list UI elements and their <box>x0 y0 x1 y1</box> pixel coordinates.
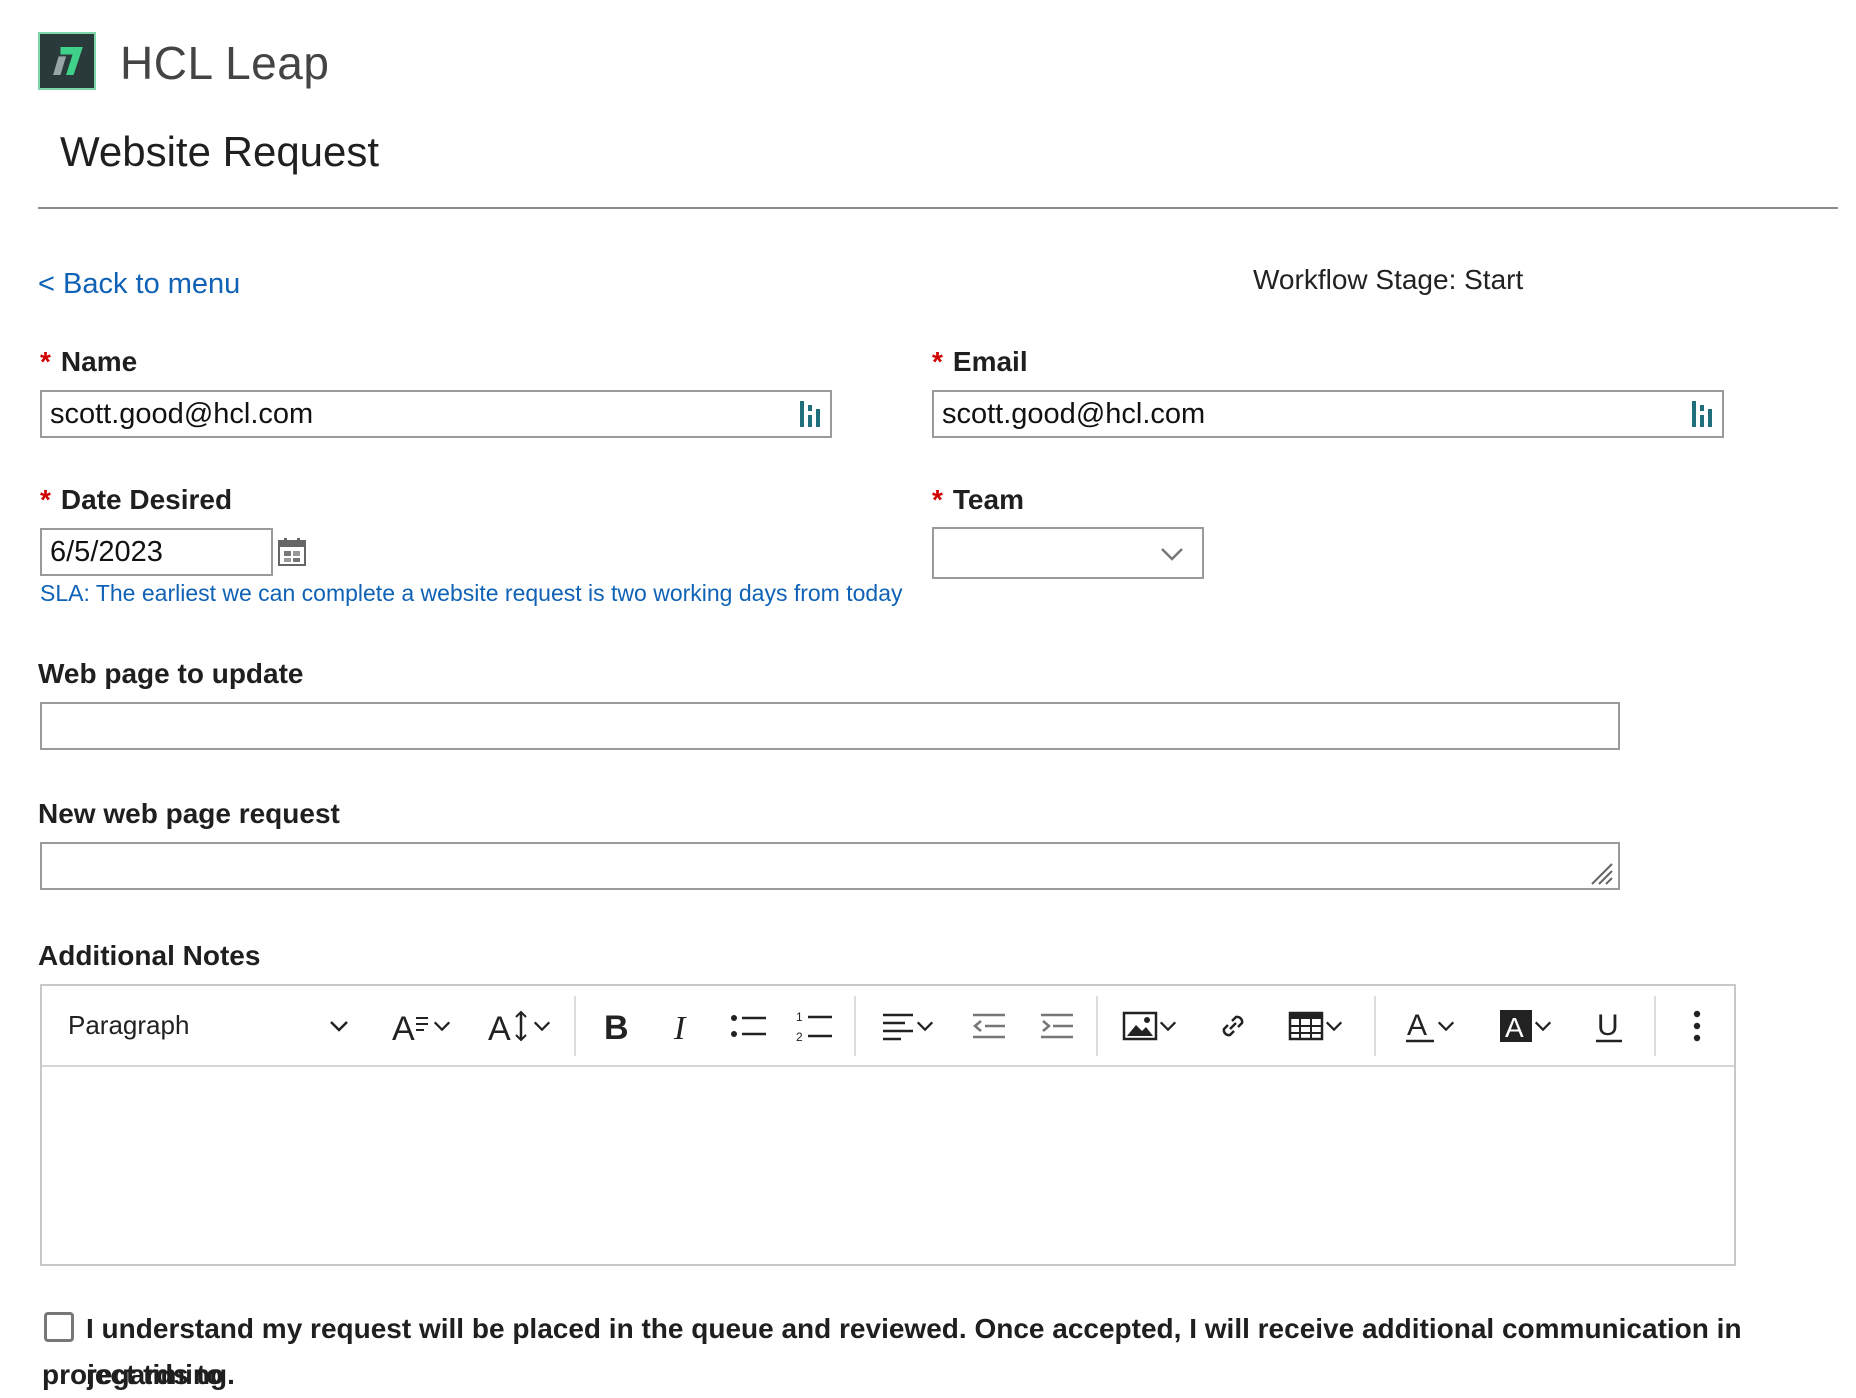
indent-button[interactable] <box>1030 986 1084 1065</box>
lookup-icon[interactable] <box>1690 399 1714 434</box>
team-select[interactable] <box>932 527 1204 579</box>
underline-icon: U <box>1596 1009 1622 1042</box>
chevron-down-icon <box>1437 1021 1455 1031</box>
table-icon <box>1288 1011 1324 1040</box>
outdent-button[interactable] <box>962 986 1016 1065</box>
chevron-down-icon <box>1159 1021 1177 1031</box>
chevron-down-icon <box>433 1021 451 1031</box>
lookup-icon[interactable] <box>798 399 822 434</box>
image-icon <box>1122 1011 1158 1040</box>
required-marker: * <box>932 346 943 377</box>
rich-text-editor[interactable]: Paragraph A A B I 1 2 A A U <box>40 984 1736 1266</box>
resize-handle-icon[interactable] <box>1588 860 1614 886</box>
indent-icon <box>1041 1013 1073 1038</box>
numbered-list-button[interactable]: 1 2 <box>788 986 842 1065</box>
chevron-down-icon <box>1325 1021 1343 1031</box>
svg-text:1: 1 <box>796 1010 803 1024</box>
italic-icon: I <box>673 1010 687 1043</box>
new-web-page-request-label: New web page request <box>38 798 340 829</box>
outdent-icon <box>973 1013 1005 1038</box>
email-label: * Email <box>932 346 1028 377</box>
toolbar-separator <box>854 996 856 1056</box>
align-left-icon <box>883 1013 913 1040</box>
more-vertical-icon <box>1693 1010 1701 1041</box>
background-color-dropdown[interactable]: A <box>1486 986 1566 1065</box>
italic-button[interactable]: I <box>656 986 710 1065</box>
svg-text:A: A <box>1407 1009 1427 1042</box>
hcl-leap-logo <box>38 32 96 90</box>
date-desired-label: * Date Desired <box>40 484 233 515</box>
chevron-down-icon <box>330 1020 348 1032</box>
font-family-icon: A <box>392 1010 428 1044</box>
workflow-stage: Workflow Stage: Start <box>1253 264 1524 295</box>
font-color-dropdown[interactable]: A <box>1390 986 1470 1065</box>
bold-button[interactable]: B <box>590 986 644 1065</box>
calendar-icon[interactable] <box>276 536 308 573</box>
bulleted-list-icon <box>731 1014 766 1037</box>
font-size-icon: A <box>488 1010 527 1044</box>
underline-button[interactable]: U <box>1582 986 1636 1065</box>
back-to-menu-link[interactable]: < Back to menu <box>38 268 240 301</box>
insert-image-dropdown[interactable] <box>1110 986 1190 1065</box>
name-input[interactable] <box>40 390 832 438</box>
acknowledgement-checkbox[interactable] <box>44 1312 74 1342</box>
acknowledgement-text-line2: project timing. <box>42 1359 235 1390</box>
toolbar-separator <box>1374 996 1376 1056</box>
leap-logo-icon <box>40 34 94 88</box>
bold-icon: B <box>604 1009 629 1043</box>
web-page-to-update-label: Web page to update <box>38 658 304 689</box>
web-page-to-update-input[interactable] <box>40 702 1620 750</box>
numbered-list-icon: 1 2 <box>796 1010 832 1043</box>
date-desired-input[interactable] <box>40 528 273 576</box>
acknowledgement-text-line1: I understand my request will be placed i… <box>86 1313 1742 1390</box>
required-marker: * <box>40 484 51 515</box>
sla-hint: SLA: The earliest we can complete a webs… <box>40 580 903 606</box>
required-marker: * <box>40 346 51 377</box>
chevron-down-icon <box>1534 1021 1552 1031</box>
font-color-icon: A <box>1406 1009 1434 1042</box>
insert-table-dropdown[interactable] <box>1274 986 1358 1065</box>
toolbar-separator <box>1096 996 1098 1056</box>
background-color-icon: A <box>1500 1009 1532 1043</box>
chevron-down-icon <box>916 1021 934 1031</box>
font-family-dropdown[interactable]: A <box>382 986 462 1065</box>
alignment-dropdown[interactable] <box>868 986 948 1065</box>
svg-text:B: B <box>604 1009 629 1043</box>
paragraph-format-dropdown[interactable]: Paragraph <box>68 986 358 1065</box>
toolbar-separator <box>574 996 576 1056</box>
team-label: * Team <box>932 484 1024 515</box>
font-size-dropdown[interactable]: A <box>478 986 562 1065</box>
svg-text:A: A <box>1505 1012 1524 1043</box>
required-marker: * <box>932 484 943 515</box>
page-title: Website Request <box>60 128 380 175</box>
bulleted-list-button[interactable] <box>722 986 776 1065</box>
header-divider <box>38 207 1838 209</box>
svg-text:A: A <box>392 1010 415 1044</box>
svg-text:A: A <box>488 1010 511 1044</box>
new-web-page-request-textarea[interactable] <box>40 842 1620 890</box>
svg-text:I: I <box>673 1010 687 1043</box>
svg-text:2: 2 <box>796 1030 803 1043</box>
editor-content-area[interactable] <box>42 1067 1734 1264</box>
more-options-button[interactable] <box>1670 986 1724 1065</box>
chevron-down-icon <box>1161 548 1183 561</box>
svg-text:U: U <box>1597 1009 1619 1042</box>
link-icon <box>1222 1015 1244 1036</box>
insert-link-button[interactable] <box>1206 986 1260 1065</box>
chevron-down-icon <box>533 1021 551 1031</box>
email-input[interactable] <box>932 390 1724 438</box>
toolbar-separator <box>1654 996 1656 1056</box>
additional-notes-label: Additional Notes <box>38 940 261 971</box>
brand-name: HCL Leap <box>120 37 330 89</box>
name-label: * Name <box>40 346 138 377</box>
editor-toolbar: Paragraph A A B I 1 2 A A U <box>42 986 1734 1067</box>
